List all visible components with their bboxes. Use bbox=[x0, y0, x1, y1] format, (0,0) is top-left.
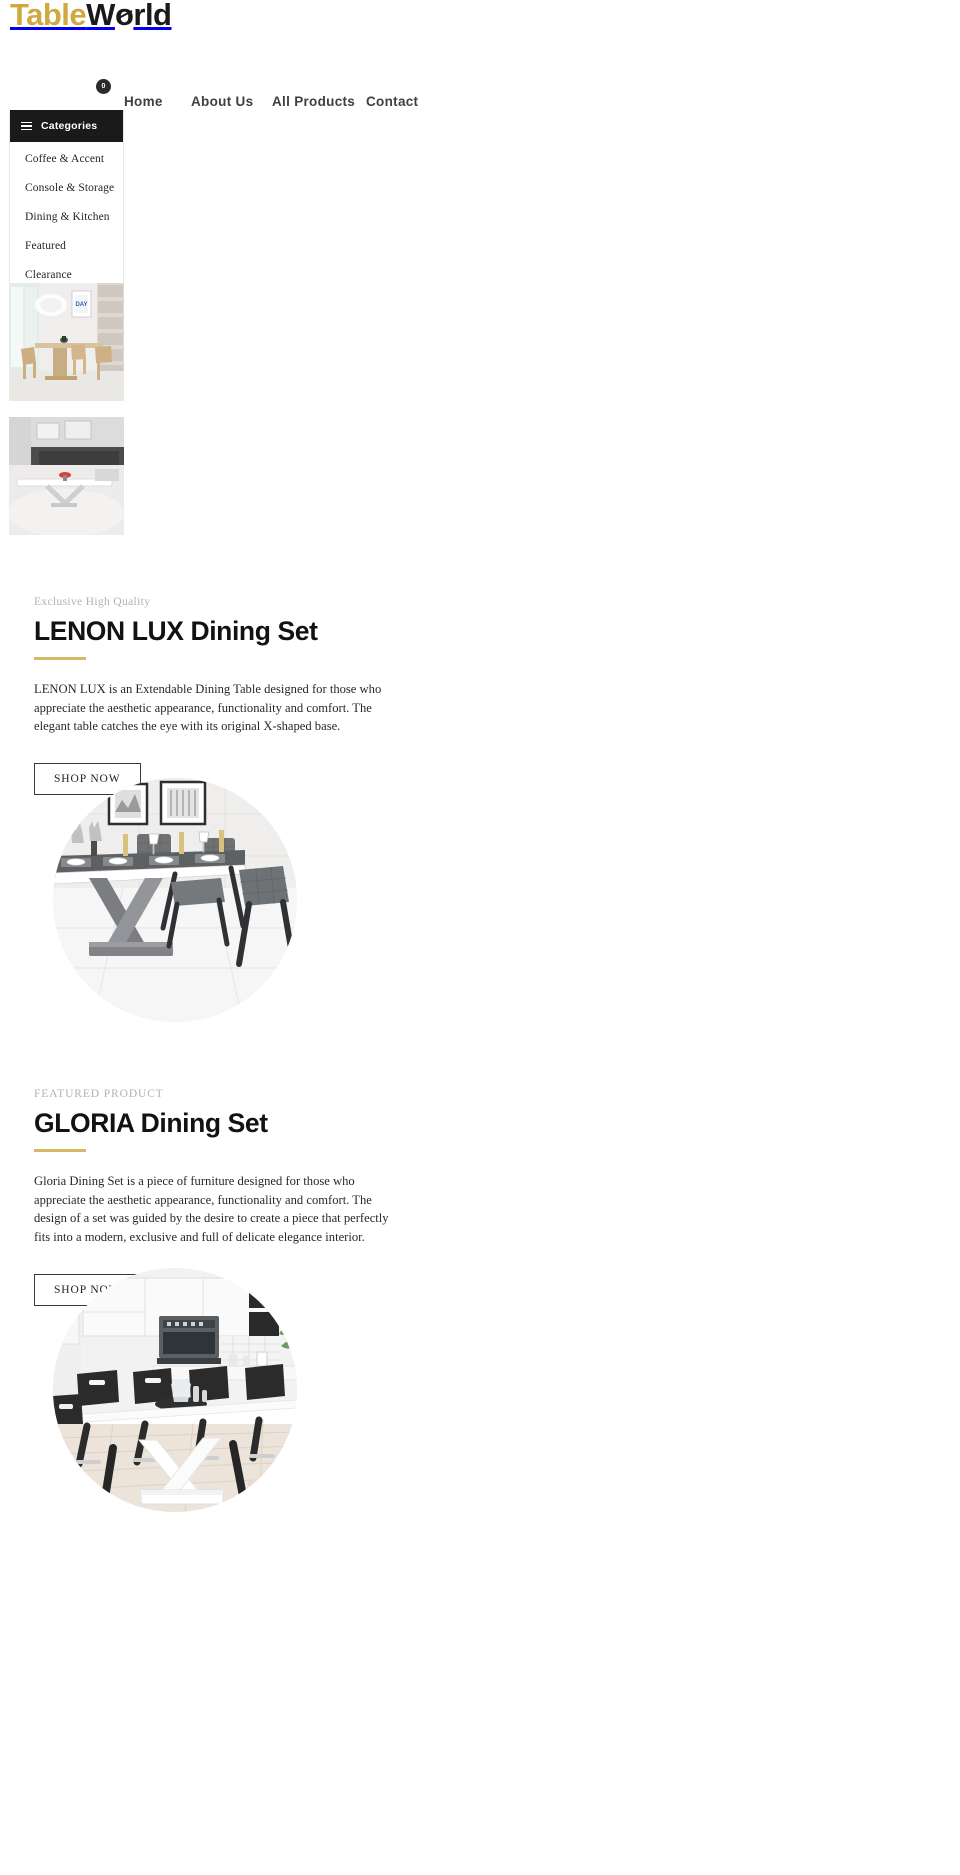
sidebar-thumbnail-white-x-table[interactable] bbox=[9, 417, 124, 535]
wooden-dining-set-image: DAY bbox=[9, 283, 124, 401]
product-section-lenon-lux: Exclusive High Quality LENON LUX Dining … bbox=[34, 596, 454, 796]
category-item-console-storage[interactable]: Console & Storage bbox=[10, 173, 123, 202]
hamburger-icon bbox=[21, 121, 32, 131]
categories-list: Coffee & Accent Console & Storage Dining… bbox=[10, 142, 123, 295]
lenon-product-image[interactable] bbox=[53, 778, 297, 1022]
logo-text-w: W bbox=[86, 0, 115, 32]
logo-text-rld: rld bbox=[133, 0, 172, 32]
gloria-dining-kitchen-scene bbox=[53, 1268, 297, 1512]
category-item-featured[interactable]: Featured bbox=[10, 231, 123, 260]
nav-item-all-products[interactable]: All Products bbox=[272, 94, 355, 109]
lenon-eyebrow: Exclusive High Quality bbox=[34, 596, 151, 608]
sidebar-thumbnail-wooden-dining-set[interactable]: DAY bbox=[9, 283, 124, 401]
gloria-title-underline bbox=[34, 1148, 86, 1152]
product-section-gloria: FEATURED PRODUCT GLORIA Dining Set Glori… bbox=[34, 1088, 454, 1307]
logo-slashed-o-icon: o bbox=[115, 0, 134, 33]
svg-text:DAY: DAY bbox=[75, 302, 87, 308]
nav-item-contact[interactable]: Contact bbox=[366, 94, 418, 109]
lenon-product-description: LENON LUX is an Extendable Dining Table … bbox=[34, 681, 382, 734]
lenon-product-title: LENON LUX Dining Set bbox=[34, 616, 318, 646]
logo-text-table: Table bbox=[10, 0, 87, 32]
gloria-eyebrow: FEATURED PRODUCT bbox=[34, 1088, 164, 1100]
nav-item-home[interactable]: Home bbox=[124, 94, 163, 109]
page-root: TableWorld Home About Us All Products Co… bbox=[0, 0, 960, 1875]
cart-badge[interactable]: 0 bbox=[96, 79, 111, 94]
nav-item-about-us[interactable]: About Us bbox=[191, 94, 253, 109]
category-item-coffee-accent[interactable]: Coffee & Accent bbox=[10, 144, 123, 173]
gloria-product-image[interactable] bbox=[53, 1268, 297, 1512]
site-logo[interactable]: TableWorld bbox=[10, 0, 172, 33]
white-x-base-table-image bbox=[9, 417, 124, 535]
category-item-dining-kitchen[interactable]: Dining & Kitchen bbox=[10, 202, 123, 231]
categories-header-label: Categories bbox=[41, 120, 98, 132]
gloria-product-title: GLORIA Dining Set bbox=[34, 1108, 268, 1138]
categories-header[interactable]: Categories bbox=[10, 110, 123, 142]
site-header: TableWorld Home About Us All Products Co… bbox=[0, 0, 960, 110]
categories-panel: Categories Coffee & Accent Console & Sto… bbox=[9, 110, 124, 296]
lenon-lux-dining-scene bbox=[53, 778, 297, 1022]
gloria-product-description: Gloria Dining Set is a piece of furnitur… bbox=[34, 1173, 389, 1245]
lenon-title-underline bbox=[34, 656, 86, 660]
